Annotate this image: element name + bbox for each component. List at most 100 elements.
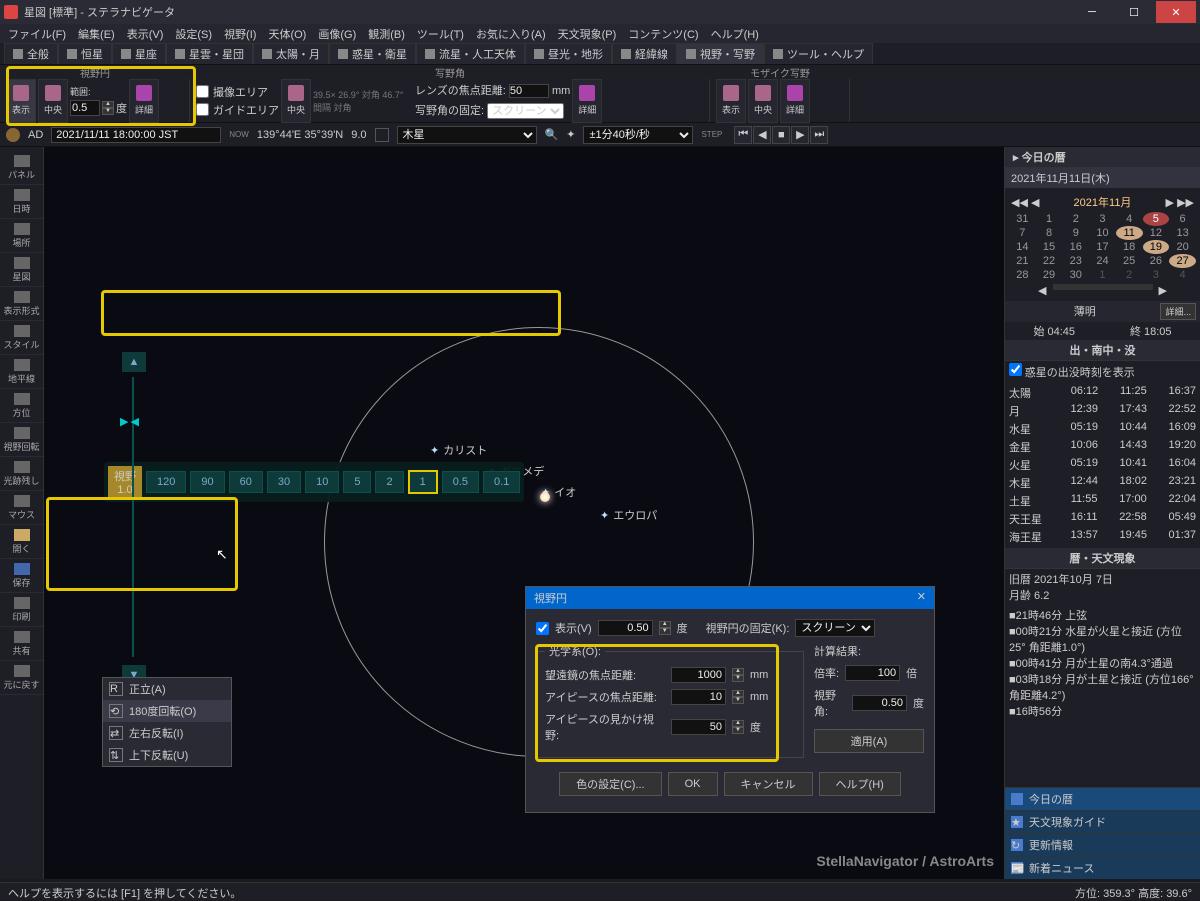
close-button[interactable]: ✕	[1156, 1, 1196, 23]
cal-next[interactable]: ▶ ▶▶	[1166, 196, 1194, 209]
cal-scroll-right[interactable]: ▶	[1159, 284, 1167, 297]
tab-nebulae[interactable]: 星雲・星団	[166, 43, 253, 64]
menu-fov[interactable]: 視野(I)	[220, 25, 260, 43]
fov-0.5[interactable]: 0.5	[442, 471, 479, 493]
fov-range-input[interactable]	[70, 100, 100, 116]
cal-prev[interactable]: ◀◀ ◀	[1011, 196, 1039, 209]
ok-button[interactable]: OK	[668, 772, 718, 796]
starmap-button[interactable]: 星図	[0, 253, 43, 287]
tab-planets[interactable]: 惑星・衛星	[329, 43, 416, 64]
acc-updates[interactable]: ↻更新情報	[1005, 833, 1200, 856]
fov-2[interactable]: 2	[375, 471, 403, 493]
panel-button[interactable]: パネル	[0, 151, 43, 185]
cal-scroll-left[interactable]: ◀	[1038, 284, 1046, 297]
moon-europa[interactable]: エウロパ	[600, 507, 657, 523]
tab-general[interactable]: 全般	[4, 43, 58, 64]
show-planets-check[interactable]	[1009, 363, 1022, 376]
style-button[interactable]: スタイル	[0, 321, 43, 355]
menu-observe[interactable]: 観測(B)	[364, 25, 409, 43]
mosaic-detail-button[interactable]: 詳細	[780, 79, 810, 123]
azimuth-button[interactable]: 方位	[0, 389, 43, 423]
view-icon[interactable]	[375, 128, 389, 142]
menu-flip-h[interactable]: ⇄左右反転(I)	[103, 722, 231, 744]
minimize-button[interactable]: ─	[1072, 1, 1112, 23]
menu-help[interactable]: ヘルプ(H)	[707, 25, 763, 43]
maximize-button[interactable]: ☐	[1114, 1, 1154, 23]
fov-120[interactable]: 120	[146, 471, 186, 493]
help-button[interactable]: ヘルプ(H)	[819, 772, 901, 796]
dialog-show-check[interactable]	[536, 622, 549, 635]
imaging-area-check[interactable]	[196, 85, 209, 98]
zoom-handle[interactable]: ▶◀	[120, 415, 139, 428]
tab-grid[interactable]: 経緯線	[612, 43, 677, 64]
fov-5[interactable]: 5	[343, 471, 371, 493]
dialog-close-button[interactable]: ✕	[917, 590, 926, 606]
tab-stars[interactable]: 恒星	[58, 43, 112, 64]
imaging-center-button[interactable]: 中央	[281, 79, 311, 123]
color-button[interactable]: 色の設定(C)...	[559, 772, 661, 796]
menu-flip-v[interactable]: ⇅上下反転(U)	[103, 744, 231, 766]
location-button[interactable]: 場所	[0, 219, 43, 253]
menu-upright[interactable]: R正立(A)	[103, 678, 231, 700]
target-select[interactable]: 木星	[397, 126, 537, 144]
print-button[interactable]: 印刷	[0, 593, 43, 627]
fov-1[interactable]: 1	[408, 470, 438, 494]
calendar-table[interactable]: 31123456 78910111213 14151617181920 2122…	[1009, 212, 1196, 282]
prev-button[interactable]: ◀	[753, 126, 771, 144]
tab-tools-help[interactable]: ツール・ヘルプ	[764, 43, 873, 64]
last-button[interactable]: ⏭	[810, 126, 828, 144]
tab-daylight[interactable]: 昼光・地形	[525, 43, 612, 64]
fov-60[interactable]: 60	[229, 471, 263, 493]
imaging-detail-button[interactable]: 詳細	[572, 79, 602, 123]
jupiter-icon[interactable]	[540, 492, 550, 502]
fov-detail-button[interactable]: 詳細	[129, 79, 159, 123]
mouse-button[interactable]: マウス	[0, 491, 43, 525]
fov-0.1[interactable]: 0.1	[483, 471, 520, 493]
open-button[interactable]: 開く	[0, 525, 43, 559]
display-button[interactable]: 表示形式	[0, 287, 43, 321]
now-button[interactable]: NOW	[229, 130, 249, 139]
menu-view[interactable]: 表示(V)	[123, 25, 168, 43]
detail-button[interactable]: 詳細...	[1160, 303, 1196, 320]
first-button[interactable]: ⏮	[734, 126, 752, 144]
menu-contents[interactable]: コンテンツ(C)	[624, 25, 702, 43]
moon-callisto[interactable]: カリスト	[430, 442, 487, 458]
acc-news[interactable]: 📰新着ニュース	[1005, 856, 1200, 879]
fov-center-button[interactable]: 中央	[38, 79, 68, 123]
mosaic-show-button[interactable]: 表示	[716, 79, 746, 123]
fov-show-button[interactable]: 表示	[6, 79, 36, 123]
tab-fov[interactable]: 視野・写野	[677, 43, 764, 64]
cancel-button[interactable]: キャンセル	[724, 772, 813, 796]
apparent-input[interactable]	[671, 719, 726, 735]
share-button[interactable]: 共有	[0, 627, 43, 661]
menu-edit[interactable]: 編集(E)	[74, 25, 119, 43]
mosaic-center-button[interactable]: 中央	[748, 79, 778, 123]
datetime-button[interactable]: 日時	[0, 185, 43, 219]
telescope-input[interactable]	[671, 667, 726, 683]
acc-today[interactable]: 今日の暦	[1005, 787, 1200, 810]
fov-30[interactable]: 30	[267, 471, 301, 493]
cal-scrollbar[interactable]	[1053, 284, 1153, 290]
lens-input[interactable]	[509, 84, 549, 98]
stop-button[interactable]: ■	[772, 126, 790, 144]
fix-select[interactable]: スクリーン	[487, 103, 564, 119]
search-icon[interactable]: 🔍	[545, 128, 559, 141]
eyepiece-input[interactable]	[671, 689, 726, 705]
star-icon[interactable]: ✦	[566, 128, 575, 141]
menu-settings[interactable]: 設定(S)	[171, 25, 216, 43]
rotation-button[interactable]: 視野回転	[0, 423, 43, 457]
guide-area-check[interactable]	[196, 103, 209, 116]
tab-meteors[interactable]: 流星・人工天体	[416, 43, 525, 64]
step-select[interactable]: ±1分40秒/秒	[583, 126, 693, 144]
info-icon[interactable]	[6, 128, 20, 142]
dialog-show-value[interactable]	[598, 620, 653, 636]
undo-button[interactable]: 元に戻す	[0, 661, 43, 695]
tab-sun-moon[interactable]: 太陽・月	[253, 43, 329, 64]
menu-file[interactable]: ファイル(F)	[4, 25, 70, 43]
menu-astro[interactable]: 天文現象(P)	[554, 25, 621, 43]
menu-image[interactable]: 画像(G)	[314, 25, 360, 43]
tab-constellations[interactable]: 星座	[112, 43, 166, 64]
fov-10[interactable]: 10	[305, 471, 339, 493]
trail-button[interactable]: 光跡残し	[0, 457, 43, 491]
horizon-button[interactable]: 地平線	[0, 355, 43, 389]
